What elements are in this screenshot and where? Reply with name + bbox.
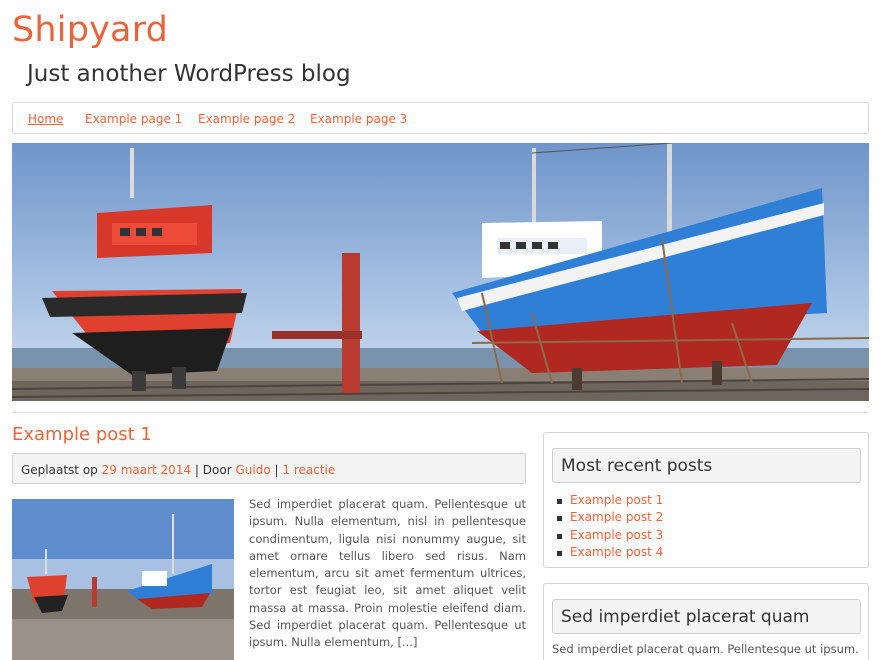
text-widget-body: Sed imperdiet placerat quam. Pellentesqu… (552, 642, 859, 656)
post-excerpt: Sed imperdiet placerat quam. Pellentesqu… (249, 497, 526, 650)
nav-item-example-page-1[interactable]: Example page 1 (85, 112, 182, 126)
post-thumbnail[interactable] (12, 499, 234, 660)
post-meta: Geplaatst op 29 maart 2014 | Door Guido … (12, 453, 526, 484)
recent-post-link[interactable]: Example post 1 (556, 492, 663, 509)
recent-post-link[interactable]: Example post 3 (556, 527, 663, 544)
nav-item-example-page-3[interactable]: Example page 3 (310, 112, 407, 126)
post-date-link[interactable]: 29 maart 2014 (102, 463, 191, 477)
content-divider (12, 412, 869, 413)
text-widget: Sed imperdiet placerat quam Sed imperdie… (543, 583, 869, 660)
site-tagline: Just another WordPress blog (27, 61, 351, 87)
header-banner-image (12, 143, 869, 401)
meta-separator: | (194, 463, 199, 477)
recent-posts-list: Example post 1 Example post 2 Example po… (556, 492, 663, 561)
text-widget-title: Sed imperdiet placerat quam (552, 599, 861, 634)
post-author-link[interactable]: Guido (235, 463, 270, 477)
post-title[interactable]: Example post 1 (12, 424, 152, 445)
post-author-label: Door (202, 463, 232, 477)
meta-separator: | (274, 463, 279, 477)
recent-posts-widget: Most recent posts Example post 1 Example… (543, 432, 869, 568)
nav-item-example-page-2[interactable]: Example page 2 (198, 112, 295, 126)
nav-item-home[interactable]: Home (28, 112, 63, 126)
recent-post-link[interactable]: Example post 2 (556, 509, 663, 526)
post-meta-prefix: Geplaatst op (21, 463, 98, 477)
main-navigation: Home Example page 1 Example page 2 Examp… (12, 102, 869, 134)
site-title[interactable]: Shipyard (12, 10, 168, 50)
recent-posts-title: Most recent posts (552, 448, 861, 483)
post-comments-link[interactable]: 1 reactie (282, 463, 335, 477)
recent-post-link[interactable]: Example post 4 (556, 544, 663, 561)
